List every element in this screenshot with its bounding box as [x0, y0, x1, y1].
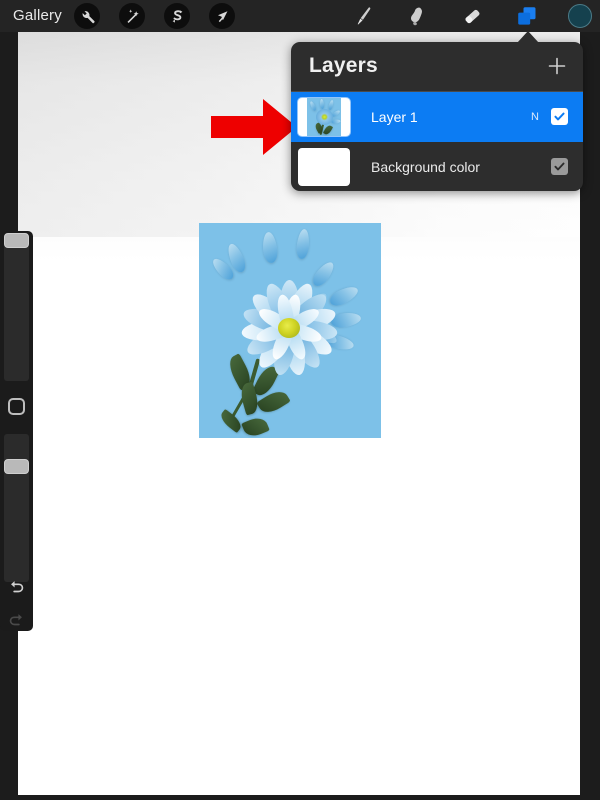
- flower-center: [278, 318, 300, 338]
- redo-button[interactable]: [4, 605, 29, 633]
- layers-glyph: [518, 7, 536, 25]
- layer-row-background-color[interactable]: Background color: [291, 142, 583, 191]
- layer-visibility-checkbox[interactable]: [551, 108, 568, 125]
- paint-brush-icon[interactable]: [350, 3, 376, 29]
- flower-bloom: [235, 278, 343, 378]
- background-visibility-checkbox[interactable]: [551, 158, 568, 175]
- smudge-finger-glyph: [410, 7, 422, 26]
- background-color-thumbnail[interactable]: [298, 147, 350, 186]
- modify-square-icon: [8, 398, 25, 415]
- color-swatch[interactable]: [568, 4, 592, 28]
- opacity-slider-knob[interactable]: [4, 459, 29, 474]
- selection-s-glyph: [172, 9, 182, 23]
- layer-name: Layer 1: [371, 108, 418, 125]
- wrench-glyph: [82, 10, 95, 23]
- paintbrush-glyph: [357, 7, 371, 25]
- arrow-glyph: [217, 10, 227, 22]
- opacity-slider[interactable]: [4, 434, 29, 582]
- undo-button[interactable]: [4, 572, 29, 600]
- selection-s-icon[interactable]: [164, 3, 190, 29]
- layer-blend-mode[interactable]: N: [531, 111, 539, 123]
- brush-size-slider[interactable]: [4, 233, 29, 381]
- layers-panel-header: Layers: [291, 42, 583, 92]
- plus-icon: [548, 57, 566, 75]
- eraser-glyph: [464, 9, 480, 23]
- actions-wrench-icon[interactable]: [74, 3, 100, 29]
- left-sidebar: [0, 231, 33, 631]
- layer-row-layer-1[interactable]: Layer 1 N: [291, 92, 583, 142]
- checkmark-icon: [554, 112, 565, 121]
- magic-wand-glyph: [126, 9, 139, 23]
- eraser-icon[interactable]: [459, 3, 485, 29]
- checkmark-icon: [554, 162, 565, 171]
- brush-size-slider-knob[interactable]: [4, 233, 29, 248]
- top-toolbar: Gallery: [0, 0, 600, 32]
- red-pointer-arrow: [211, 99, 297, 155]
- layers-icon[interactable]: [514, 3, 540, 29]
- procreate-app-window: Gallery Layers Layer 1 N Background colo…: [0, 0, 600, 800]
- transform-arrow-icon[interactable]: [209, 3, 235, 29]
- layer-thumbnail-art: [307, 97, 341, 136]
- undo-arrow-icon: [11, 580, 24, 592]
- layers-panel: Layers Layer 1 N Background color: [291, 42, 583, 191]
- redo-arrow-icon: [9, 613, 22, 625]
- layers-panel-title: Layers: [309, 54, 378, 77]
- smudge-icon[interactable]: [404, 3, 430, 29]
- layers-panel-pointer: [517, 31, 539, 43]
- artwork-flower-photo: [199, 223, 381, 438]
- gallery-button[interactable]: Gallery: [13, 6, 62, 26]
- layer-thumbnail[interactable]: [298, 97, 350, 136]
- modify-button[interactable]: [6, 390, 27, 423]
- add-layer-button[interactable]: [545, 54, 569, 78]
- background-layer-name: Background color: [371, 158, 480, 175]
- adjustments-wand-icon[interactable]: [119, 3, 145, 29]
